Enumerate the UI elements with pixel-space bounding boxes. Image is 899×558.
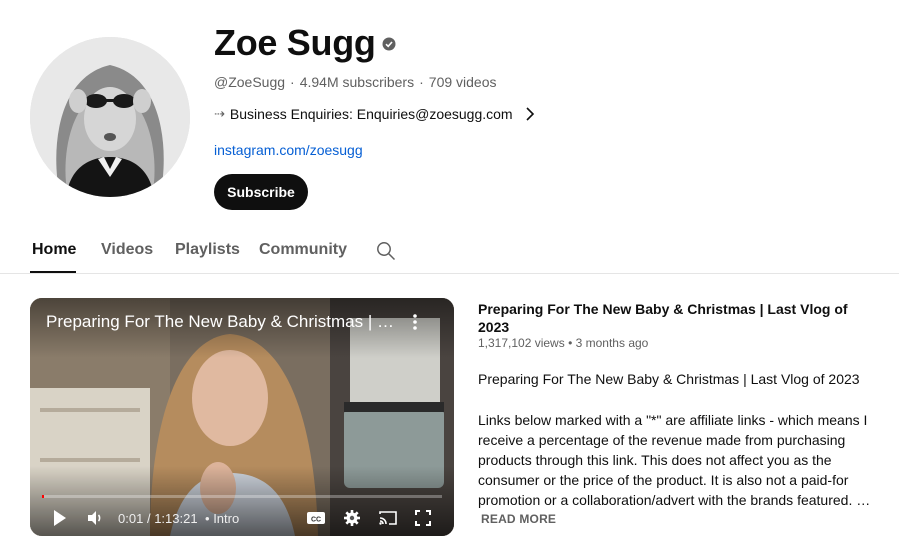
- video-description: Links below marked with a "*" are affili…: [478, 412, 871, 508]
- volume-icon: [88, 511, 101, 525]
- chapter-name: Intro: [213, 511, 240, 526]
- subscribe-button[interactable]: Subscribe: [214, 174, 308, 210]
- settings-button[interactable]: [343, 507, 361, 529]
- play-button[interactable]: [52, 507, 68, 529]
- cast-button[interactable]: [378, 507, 398, 529]
- channel-name-row: Zoe Sugg: [214, 22, 396, 64]
- channel-handle: @ZoeSugg: [214, 74, 286, 90]
- player-title[interactable]: Preparing For The New Baby & Christmas |…: [46, 312, 396, 332]
- tab-community[interactable]: Community: [259, 240, 347, 260]
- fullscreen-icon: [415, 510, 431, 526]
- view-count: 1,317,102 views: [478, 336, 565, 350]
- time-display: 0:01 / 1:13:21: [118, 511, 198, 526]
- channel-name: Zoe Sugg: [214, 22, 376, 63]
- description-arrow-icon: ⇢: [214, 106, 225, 121]
- meta-separator: ·: [290, 74, 295, 90]
- instagram-link[interactable]: instagram.com/zoesugg: [214, 142, 363, 158]
- fullscreen-button[interactable]: [414, 507, 432, 529]
- avatar-image: [30, 37, 190, 197]
- upload-age: 3 months ago: [575, 336, 649, 350]
- channel-description[interactable]: ⇢ Business Enquiries: Enquiries@zoesugg.…: [214, 106, 535, 122]
- verified-badge-icon: [382, 37, 396, 51]
- tab-home[interactable]: Home: [32, 240, 76, 260]
- chapter-bullet: •: [205, 511, 210, 526]
- channel-meta: @ZoeSugg · 4.94M subscribers · 709 video…: [214, 74, 497, 90]
- chevron-right-icon[interactable]: [525, 107, 535, 121]
- search-icon[interactable]: [376, 241, 396, 261]
- video-count: 709 videos: [428, 74, 497, 90]
- volume-button[interactable]: [86, 507, 104, 529]
- time-separator: /: [146, 511, 151, 526]
- meta-bullet: •: [568, 336, 573, 350]
- current-time: 0:01: [118, 511, 144, 526]
- settings-icon: [344, 510, 360, 526]
- svg-text:CC: CC: [311, 516, 321, 523]
- captions-button[interactable]: CC: [306, 507, 326, 529]
- chapter-label[interactable]: • Intro: [205, 511, 239, 526]
- tab-videos[interactable]: Videos: [101, 240, 153, 260]
- subscriber-count: 4.94M subscribers: [299, 74, 415, 90]
- progress-bar[interactable]: [42, 495, 442, 498]
- channel-avatar[interactable]: [30, 37, 190, 197]
- read-more-link[interactable]: READ MORE: [481, 512, 556, 526]
- video-title[interactable]: Preparing For The New Baby & Christmas |…: [478, 300, 878, 336]
- meta-separator: ·: [419, 74, 424, 90]
- duration: 1:13:21: [154, 511, 198, 526]
- cast-icon: [379, 511, 397, 525]
- progress-fill: [42, 495, 44, 498]
- video-player[interactable]: Preparing For The New Baby & Christmas |…: [30, 298, 454, 536]
- captions-icon: CC: [307, 512, 325, 524]
- tab-playlists[interactable]: Playlists: [175, 240, 240, 260]
- play-icon: [54, 510, 66, 526]
- description-title: Preparing For The New Baby & Christmas |…: [478, 371, 860, 387]
- description-text: Business Enquiries: Enquiries@zoesugg.co…: [229, 106, 513, 122]
- video-meta: 1,317,102 views • 3 months ago: [478, 336, 648, 350]
- more-vert-icon[interactable]: [410, 312, 420, 332]
- channel-tabs: Home Videos Playlists Community: [0, 226, 899, 274]
- active-tab-indicator: [30, 271, 76, 273]
